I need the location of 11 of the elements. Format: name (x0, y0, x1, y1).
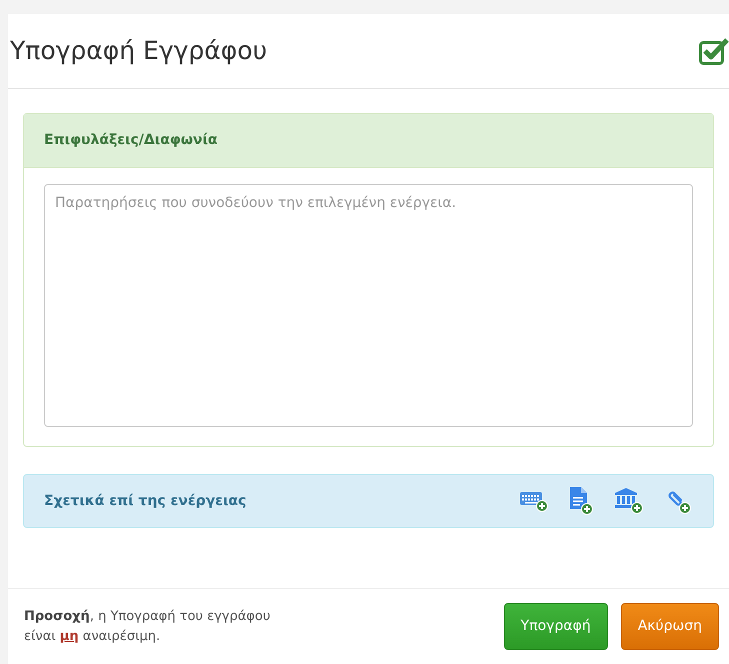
cancel-button[interactable]: Ακύρωση (620, 603, 719, 650)
sign-button[interactable]: Υπογραφή (504, 603, 608, 650)
keyboard-add-icon[interactable] (520, 490, 548, 512)
reservations-heading: Επιφυλάξεις/Διαφωνία (24, 114, 713, 168)
remarks-field[interactable]: Παρατηρήσεις που συνοδεύουν την επιλεγμένη ενέργεια. (44, 184, 693, 427)
checkbox-checked-icon (699, 37, 729, 65)
bank-add-icon[interactable] (615, 488, 643, 514)
related-heading: Σχετικά επί της ενέργειας (44, 492, 246, 510)
document-add-icon[interactable] (570, 487, 593, 515)
dialog-title: Υπογραφή Εγγράφου (10, 35, 268, 68)
warning-text: Προσοχή, η Υπογραφή του εγγράφου είναι μη αναιρέσιμη. (24, 608, 272, 646)
